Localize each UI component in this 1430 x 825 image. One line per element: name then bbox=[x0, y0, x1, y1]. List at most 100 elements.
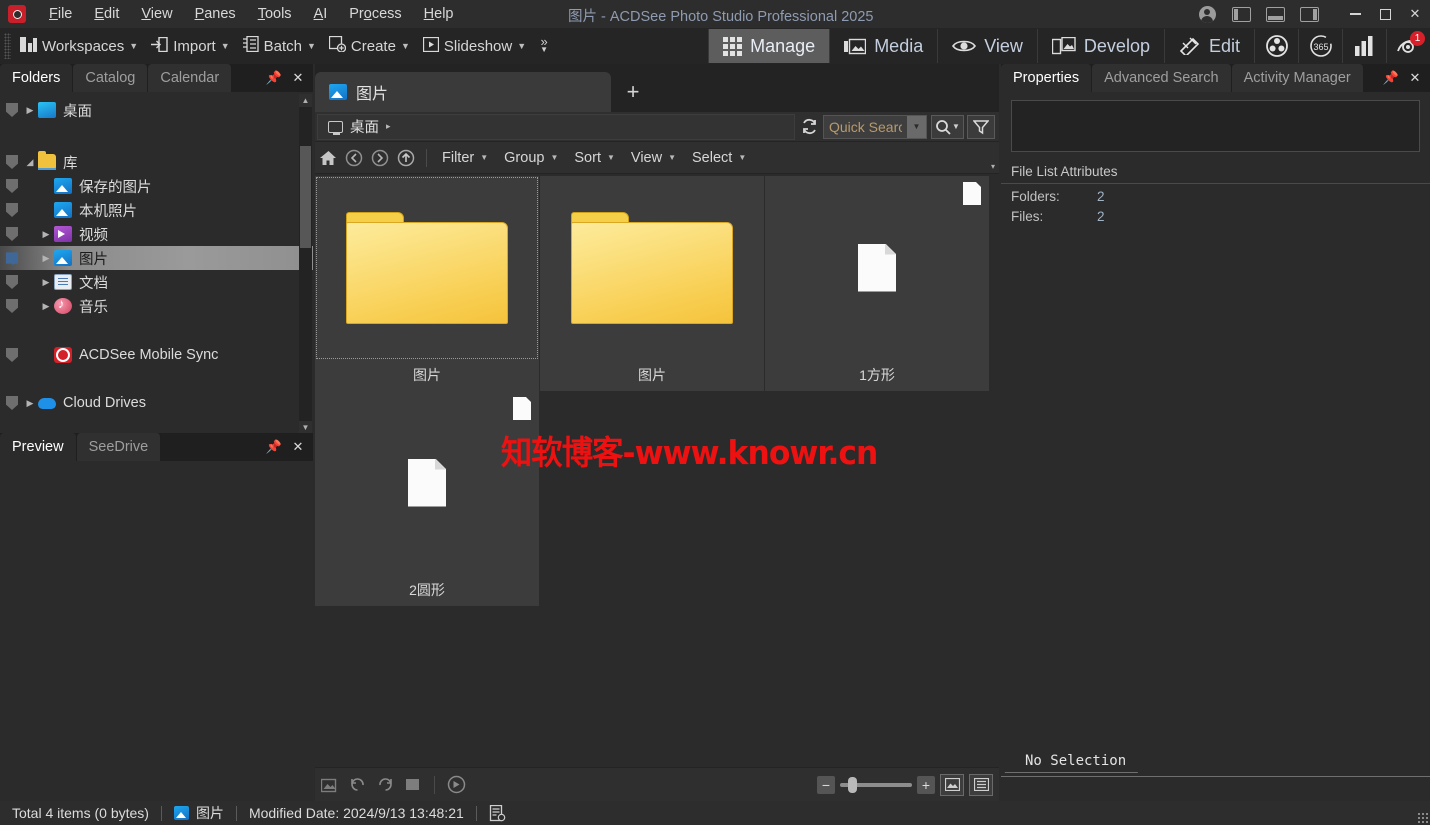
expander-icon[interactable]: ▶ bbox=[22, 398, 38, 409]
tree-item-videos[interactable]: ▶ 视频 bbox=[0, 222, 313, 246]
chart-bars-icon[interactable] bbox=[1342, 29, 1386, 63]
slideshow-dropdown[interactable]: ▼ bbox=[515, 41, 533, 51]
up-icon[interactable] bbox=[393, 144, 419, 172]
import-button[interactable]: Import bbox=[145, 28, 219, 64]
tree-item-documents[interactable]: ▶ 文档 bbox=[0, 270, 313, 294]
camera-notify-icon[interactable]: 1 bbox=[1386, 29, 1430, 63]
menu-tools[interactable]: Tools bbox=[247, 3, 303, 25]
expander-icon[interactable]: ▶ bbox=[22, 105, 38, 116]
forward-icon[interactable] bbox=[367, 144, 393, 172]
thumbnail-item[interactable]: 1方形 bbox=[765, 176, 990, 391]
panel-left-icon[interactable] bbox=[1224, 0, 1258, 28]
sort-menu[interactable]: Sort ▼ bbox=[566, 144, 623, 172]
workspaces-dropdown[interactable]: ▼ bbox=[127, 41, 145, 51]
chevron-down-icon[interactable]: ▼ bbox=[907, 115, 926, 138]
batch-dropdown[interactable]: ▼ bbox=[305, 41, 323, 51]
workspaces-button[interactable]: Workspaces bbox=[14, 28, 127, 64]
zoom-out-button[interactable]: − bbox=[817, 775, 835, 794]
checkbox-shield-icon[interactable] bbox=[6, 103, 18, 117]
checkbox-shield-icon[interactable] bbox=[6, 227, 18, 241]
menu-view[interactable]: View bbox=[130, 3, 183, 25]
menu-edit[interactable]: Edit bbox=[83, 3, 130, 25]
filter-menu[interactable]: Filter ▼ bbox=[434, 144, 496, 172]
mode-view[interactable]: View bbox=[937, 29, 1037, 63]
user-account-icon[interactable] bbox=[1190, 0, 1224, 28]
close-button[interactable]: ✕ bbox=[1400, 0, 1430, 28]
sidebar-tab-calendar[interactable]: Calendar bbox=[148, 64, 233, 92]
sidebar-close-icon[interactable]: ✕ bbox=[287, 66, 309, 90]
sidebar-tab-catalog[interactable]: Catalog bbox=[73, 64, 149, 92]
scroll-up-icon[interactable]: ▲ bbox=[299, 94, 312, 107]
tree-item-desktop[interactable]: ▶ 桌面 bbox=[0, 98, 313, 122]
menu-process[interactable]: Process bbox=[338, 3, 412, 25]
preview-close-icon[interactable]: ✕ bbox=[287, 435, 309, 459]
checkbox-shield-icon[interactable] bbox=[6, 179, 18, 193]
thumbnail-item[interactable]: 2圆形 bbox=[315, 391, 540, 606]
search-input-wrapper[interactable]: ▼ bbox=[823, 114, 927, 139]
menu-panes[interactable]: Panes bbox=[184, 3, 247, 25]
toolbar-grip[interactable] bbox=[4, 33, 11, 59]
tree-item-music[interactable]: ▶ 音乐 bbox=[0, 294, 313, 318]
list-view-icon[interactable] bbox=[969, 773, 993, 796]
file-properties-icon[interactable] bbox=[477, 801, 518, 825]
checkbox-shield-icon[interactable] bbox=[6, 348, 18, 362]
checkbox-shield-icon[interactable] bbox=[6, 252, 18, 265]
maximize-button[interactable] bbox=[1370, 0, 1400, 28]
stop-icon[interactable] bbox=[399, 772, 427, 798]
checkbox-shield-icon[interactable] bbox=[6, 396, 18, 410]
menu-help[interactable]: Help bbox=[413, 3, 465, 25]
tree-item-local-photos[interactable]: 本机照片 bbox=[0, 198, 313, 222]
minimize-button[interactable] bbox=[1340, 0, 1370, 28]
refresh-icon[interactable] bbox=[795, 114, 823, 140]
search-button[interactable]: ▼ bbox=[931, 114, 964, 139]
tab-advanced-search[interactable]: Advanced Search bbox=[1092, 64, 1232, 92]
thumbnail-view-icon[interactable] bbox=[940, 773, 964, 796]
properties-close-icon[interactable]: ✕ bbox=[1404, 66, 1426, 90]
panel-right-icon[interactable] bbox=[1292, 0, 1326, 28]
checkbox-shield-icon[interactable] bbox=[6, 299, 18, 313]
mode-edit[interactable]: Edit bbox=[1163, 29, 1254, 63]
action-bar-overflow-icon[interactable]: ▾ bbox=[991, 162, 995, 171]
tree-item-mobile-sync[interactable]: ACDSee Mobile Sync bbox=[0, 343, 313, 367]
mode-media[interactable]: Media bbox=[829, 29, 937, 63]
rotate-left-icon[interactable] bbox=[343, 772, 371, 798]
resize-grip[interactable] bbox=[1417, 812, 1428, 823]
image-delete-icon[interactable] bbox=[315, 772, 343, 798]
tab-activity-manager[interactable]: Activity Manager bbox=[1231, 64, 1364, 92]
breadcrumb-arrow-icon[interactable]: ▸ bbox=[386, 121, 391, 132]
thumbnail-grid[interactable]: 图片 图片 1方形 2圆形 bbox=[315, 176, 999, 767]
group-menu[interactable]: Group ▼ bbox=[496, 144, 566, 172]
expander-icon[interactable]: ▶ bbox=[38, 277, 54, 288]
checkbox-shield-icon[interactable] bbox=[6, 275, 18, 289]
tree-item-cloud-drives[interactable]: ▶ Cloud Drives bbox=[0, 391, 313, 415]
thumbnail-item[interactable]: 图片 bbox=[540, 176, 765, 391]
breadcrumb[interactable]: 桌面 ▸ bbox=[317, 113, 795, 140]
zoom-in-button[interactable]: + bbox=[917, 775, 935, 794]
mode-manage[interactable]: Manage bbox=[708, 29, 830, 63]
tab-properties[interactable]: Properties bbox=[1001, 64, 1093, 92]
menu-ai[interactable]: AI bbox=[303, 3, 339, 25]
no-selection-tab[interactable]: No Selection bbox=[1004, 749, 1147, 773]
back-icon[interactable] bbox=[341, 144, 367, 172]
create-button[interactable]: Create bbox=[323, 28, 399, 64]
expander-icon[interactable]: ▶ bbox=[38, 301, 54, 312]
tree-item-pictures[interactable]: ▶ 图片 bbox=[0, 246, 313, 270]
thumbnail-item[interactable]: 图片 bbox=[315, 176, 540, 391]
batch-button[interactable]: Batch bbox=[237, 28, 305, 64]
slideshow-button[interactable]: Slideshow bbox=[417, 28, 515, 64]
scrollbar-thumb[interactable] bbox=[300, 146, 311, 248]
color-wheel-icon[interactable] bbox=[1254, 29, 1298, 63]
checkbox-shield-icon[interactable] bbox=[6, 203, 18, 217]
new-tab-button[interactable]: + bbox=[611, 72, 655, 112]
preview-tab-preview[interactable]: Preview bbox=[0, 433, 77, 461]
acdsee-logo-icon[interactable] bbox=[8, 5, 26, 23]
mode-develop[interactable]: Develop bbox=[1036, 29, 1164, 63]
home-icon[interactable] bbox=[315, 144, 341, 172]
properties-pin-icon[interactable]: 📌 bbox=[1380, 66, 1402, 90]
preview-pin-icon[interactable]: 📌 bbox=[263, 435, 285, 459]
search-input[interactable] bbox=[824, 118, 902, 135]
slideshow-play-icon[interactable] bbox=[442, 772, 470, 798]
menu-file[interactable]: File bbox=[38, 3, 83, 25]
toolbar-overflow-button[interactable]: » ▼ bbox=[533, 35, 555, 54]
checkbox-shield-icon[interactable] bbox=[6, 155, 18, 169]
